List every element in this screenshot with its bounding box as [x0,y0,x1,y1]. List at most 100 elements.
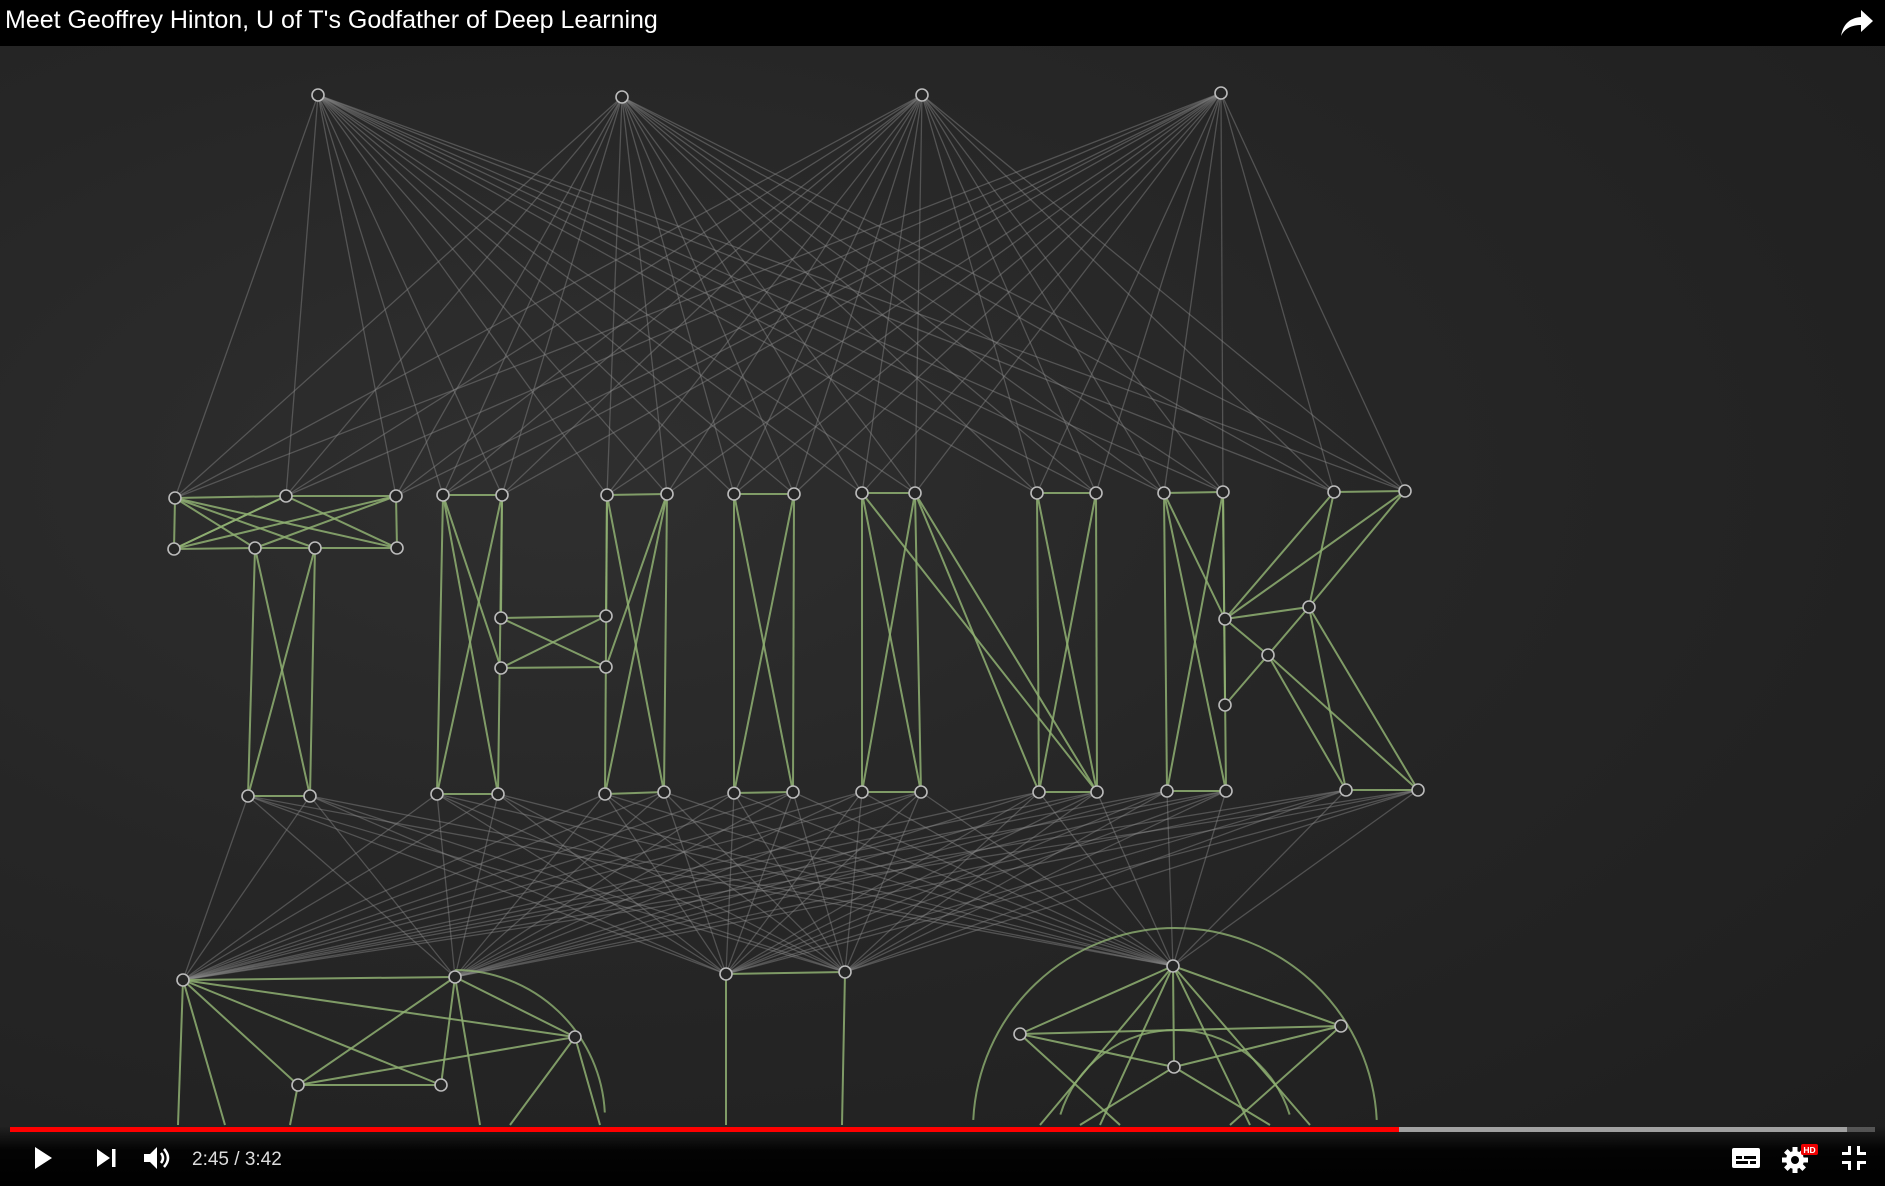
network-edge [844,791,1040,973]
network-edge [174,94,319,499]
network-edge [309,547,316,797]
network-node [434,1078,448,1092]
network-edge [173,547,256,550]
network-node [1339,783,1353,797]
network-node [494,661,508,675]
network-node [1089,486,1103,500]
network-node [1167,1060,1181,1074]
network-node [787,487,801,501]
network-edge [792,493,795,793]
network-node [1157,486,1171,500]
network-edge [1163,492,1168,792]
network-edge [921,94,1097,494]
network-edge [442,494,502,669]
share-icon[interactable] [1839,8,1875,38]
network-edge [254,495,397,549]
network-node [1302,600,1316,614]
next-icon [97,1149,116,1167]
network-edge [247,547,316,797]
video-frame[interactable] [0,0,1885,1186]
play-button[interactable] [22,1138,62,1178]
network-node [311,88,325,102]
network-edge [621,96,1406,492]
network-node [303,789,317,803]
network-node [176,973,190,987]
network-node [308,541,322,555]
network-edge [317,94,397,497]
network-edge [861,791,1174,967]
network-edge [1166,491,1224,792]
network-node [494,611,508,625]
network-node [786,785,800,799]
network-edge [1224,654,1269,706]
subtitles-button[interactable] [1726,1138,1766,1178]
network-node [1411,783,1425,797]
network-edge [1267,606,1310,656]
network-edge [317,94,503,496]
mute-button[interactable] [138,1138,178,1178]
network-node [279,489,293,503]
network-node [167,542,181,556]
network-node [615,90,629,104]
network-edge [621,96,668,495]
network-edge [621,96,735,495]
network-node [599,609,613,623]
network-edge [174,92,1222,499]
network-edge [914,492,922,793]
settings-button[interactable]: HD [1780,1138,1820,1178]
network-edge [914,492,1098,793]
network-edge [921,94,1406,492]
video-title[interactable]: Meet Geoffrey Hinton, U of T's Godfather… [5,6,658,35]
network-edge [1173,1066,1271,1126]
network-edge [247,547,256,797]
network-edge [1308,606,1347,791]
network-edge [1036,492,1040,793]
network-edge [1163,92,1222,494]
network-edge [666,92,1222,495]
network-node [430,787,444,801]
network-node [727,786,741,800]
network-edge [844,789,1419,973]
network-edge [605,494,608,617]
network-edge [177,979,184,1126]
network-node [1013,1027,1027,1041]
progress-bar[interactable] [10,1127,1875,1132]
network-node [1216,485,1230,499]
network-edge [247,795,727,975]
network-node [908,486,922,500]
network-node [291,1078,305,1092]
next-button[interactable] [86,1138,126,1178]
time-separator: / [228,1149,245,1170]
network-edge [436,494,444,795]
network-edge [182,979,226,1126]
network-node [241,789,255,803]
network-edge [1039,965,1174,1126]
network-edge [621,96,863,494]
network-edge [297,976,456,1086]
network-edge [725,971,846,975]
exit-fullscreen-icon [1842,1146,1866,1170]
network-node [1032,785,1046,799]
network-node [914,785,928,799]
network-node [657,785,671,799]
network-edge [174,495,287,499]
network-edge [733,791,794,794]
network-node [598,787,612,801]
network-node [1398,484,1412,498]
network-node [491,787,505,801]
exit-fullscreen-button[interactable] [1834,1138,1874,1178]
network-edge [182,976,456,981]
network-node [855,785,869,799]
network-edge [1163,492,1226,620]
neural-network-illustration [167,86,1425,1126]
video-player[interactable]: Meet Geoffrey Hinton, U of T's Godfather… [0,0,1885,1186]
network-node [1261,648,1275,662]
network-edge [1163,491,1224,494]
network-edge [174,497,316,549]
network-edge [454,789,1419,978]
network-edge [395,495,398,549]
network-node [495,488,509,502]
network-node [568,1030,582,1044]
network-edge [1222,491,1226,706]
network-edge [861,492,1098,793]
